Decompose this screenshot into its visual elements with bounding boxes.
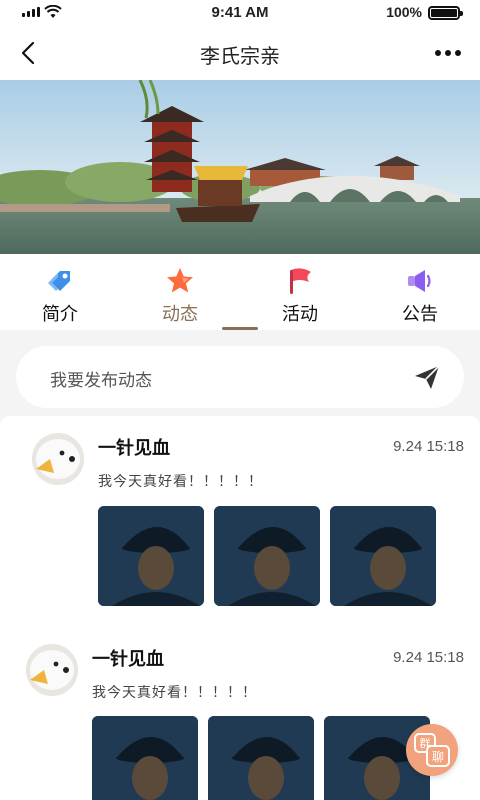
tab-feed[interactable]: 动态 xyxy=(120,254,240,330)
avatar[interactable] xyxy=(26,644,78,696)
tab-events[interactable]: 活动 xyxy=(240,254,360,330)
post-photo[interactable] xyxy=(330,506,436,606)
tag-icon xyxy=(45,266,75,296)
feed-post[interactable]: 一针见血 9.24 15:18 我今天真好看！！！！！ xyxy=(0,626,480,800)
status-bar: 9:41 AM 100% xyxy=(0,0,480,26)
more-icon-dot xyxy=(435,50,441,56)
post-photo[interactable] xyxy=(92,716,198,800)
group-chat-icon: 群 聊 xyxy=(414,733,450,767)
post-photo[interactable] xyxy=(214,506,320,606)
tab-label: 活动 xyxy=(282,304,318,324)
tab-label: 动态 xyxy=(162,304,198,324)
post-author[interactable]: 一针见血 xyxy=(98,434,170,460)
tab-intro[interactable]: 简介 xyxy=(0,254,120,330)
post-composer[interactable]: 我要发布动态 xyxy=(16,346,464,408)
post-content: 我今天真好看！！！！！ xyxy=(98,473,263,489)
tab-notices[interactable]: 公告 xyxy=(360,254,480,330)
nav-bar: 李氏宗亲 xyxy=(0,26,480,80)
flag-icon xyxy=(285,266,315,296)
group-chat-button[interactable]: 群 聊 xyxy=(406,724,458,776)
feed-post[interactable]: 一针见血 9.24 15:18 我今天真好看！！！！！ xyxy=(0,416,480,626)
megaphone-icon xyxy=(405,266,435,296)
send-button[interactable] xyxy=(412,362,442,392)
fab-text-bottom: 聊 xyxy=(432,750,444,764)
post-content: 我今天真好看！！！！！ xyxy=(92,684,257,700)
post-photo[interactable] xyxy=(208,716,314,800)
post-time: 9.24 15:18 xyxy=(393,649,464,666)
composer-placeholder: 我要发布动态 xyxy=(50,371,152,390)
star-icon xyxy=(165,266,195,296)
more-icon-dot xyxy=(445,50,451,56)
tab-indicator xyxy=(222,327,258,330)
battery-percentage: 100% xyxy=(386,4,422,20)
more-button[interactable] xyxy=(430,38,466,68)
banner-image xyxy=(0,80,480,254)
post-author[interactable]: 一针见血 xyxy=(92,645,164,671)
battery-icon xyxy=(428,6,463,20)
page-title: 李氏宗亲 xyxy=(200,46,280,68)
send-icon xyxy=(415,365,440,389)
avatar[interactable] xyxy=(32,433,84,485)
tab-bar: 简介 动态 活动 公告 xyxy=(0,254,480,330)
more-icon-dot xyxy=(455,50,461,56)
fab-text-top: 群 xyxy=(420,736,431,750)
post-photo[interactable] xyxy=(98,506,204,606)
tab-label: 公告 xyxy=(402,304,438,324)
post-time: 9.24 15:18 xyxy=(393,438,464,455)
tab-label: 简介 xyxy=(42,304,78,324)
